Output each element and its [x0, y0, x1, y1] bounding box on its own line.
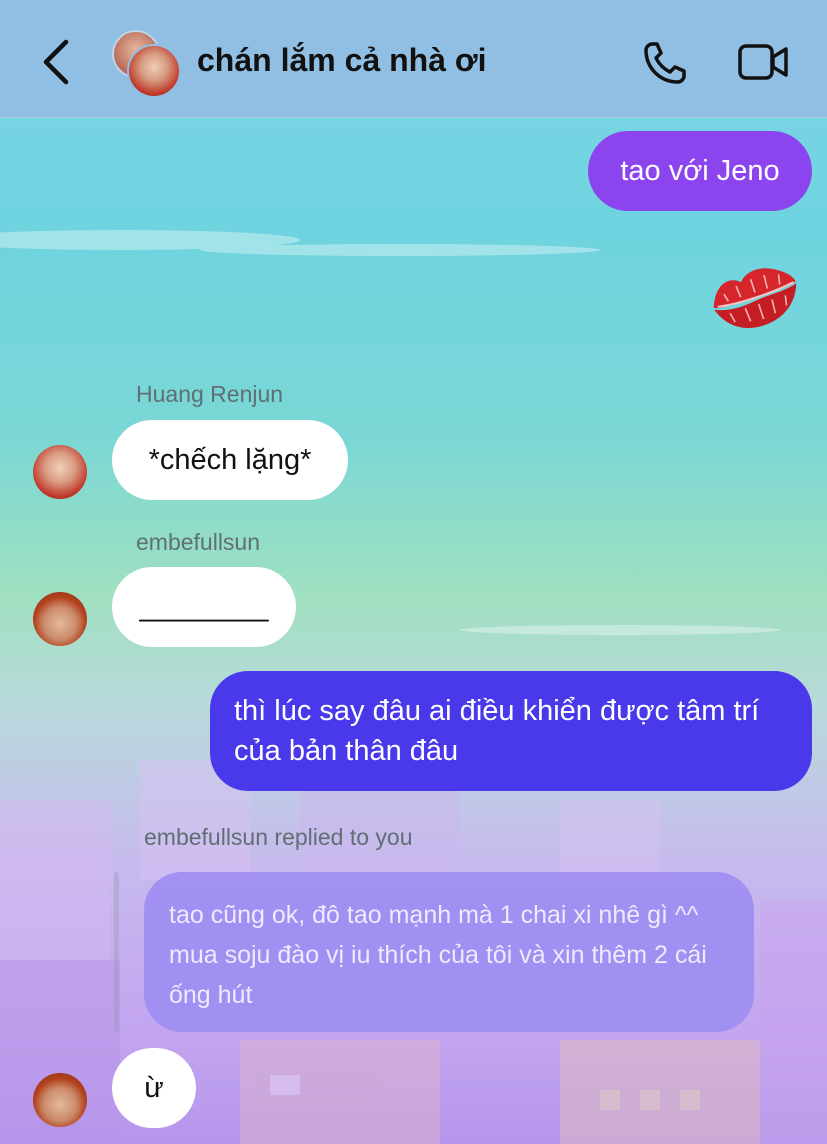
phone-icon[interactable] [640, 38, 690, 88]
sender-name: embefullsun [136, 529, 261, 555]
reply-label: embefullsun replied to you [144, 824, 413, 850]
avatar[interactable] [33, 592, 87, 646]
sender-name: Huang Renjun [136, 381, 284, 407]
reply-indicator-bar [114, 872, 119, 1032]
outgoing-message[interactable]: thì lúc say đâu ai điều khiển được tâm t… [210, 671, 812, 791]
chat-title[interactable]: chán lắm cả nhà ơi [197, 42, 487, 79]
incoming-message[interactable]: *chếch lặng* [112, 420, 348, 500]
group-avatar-front[interactable] [127, 44, 181, 98]
incoming-message[interactable]: ________ [112, 567, 296, 647]
chat-header: chán lắm cả nhà ơi [0, 0, 827, 118]
quoted-message[interactable]: tao cũng ok, đô tao mạnh mà 1 chai xi nh… [144, 872, 754, 1032]
avatar[interactable] [33, 445, 87, 499]
incoming-message[interactable]: ừ [112, 1048, 196, 1128]
outgoing-message[interactable]: tao với Jeno [588, 131, 812, 211]
chevron-left-icon[interactable] [38, 38, 78, 86]
kiss-mark-emoji[interactable] [706, 255, 802, 337]
video-camera-icon[interactable] [737, 40, 789, 84]
avatar[interactable] [33, 1073, 87, 1127]
